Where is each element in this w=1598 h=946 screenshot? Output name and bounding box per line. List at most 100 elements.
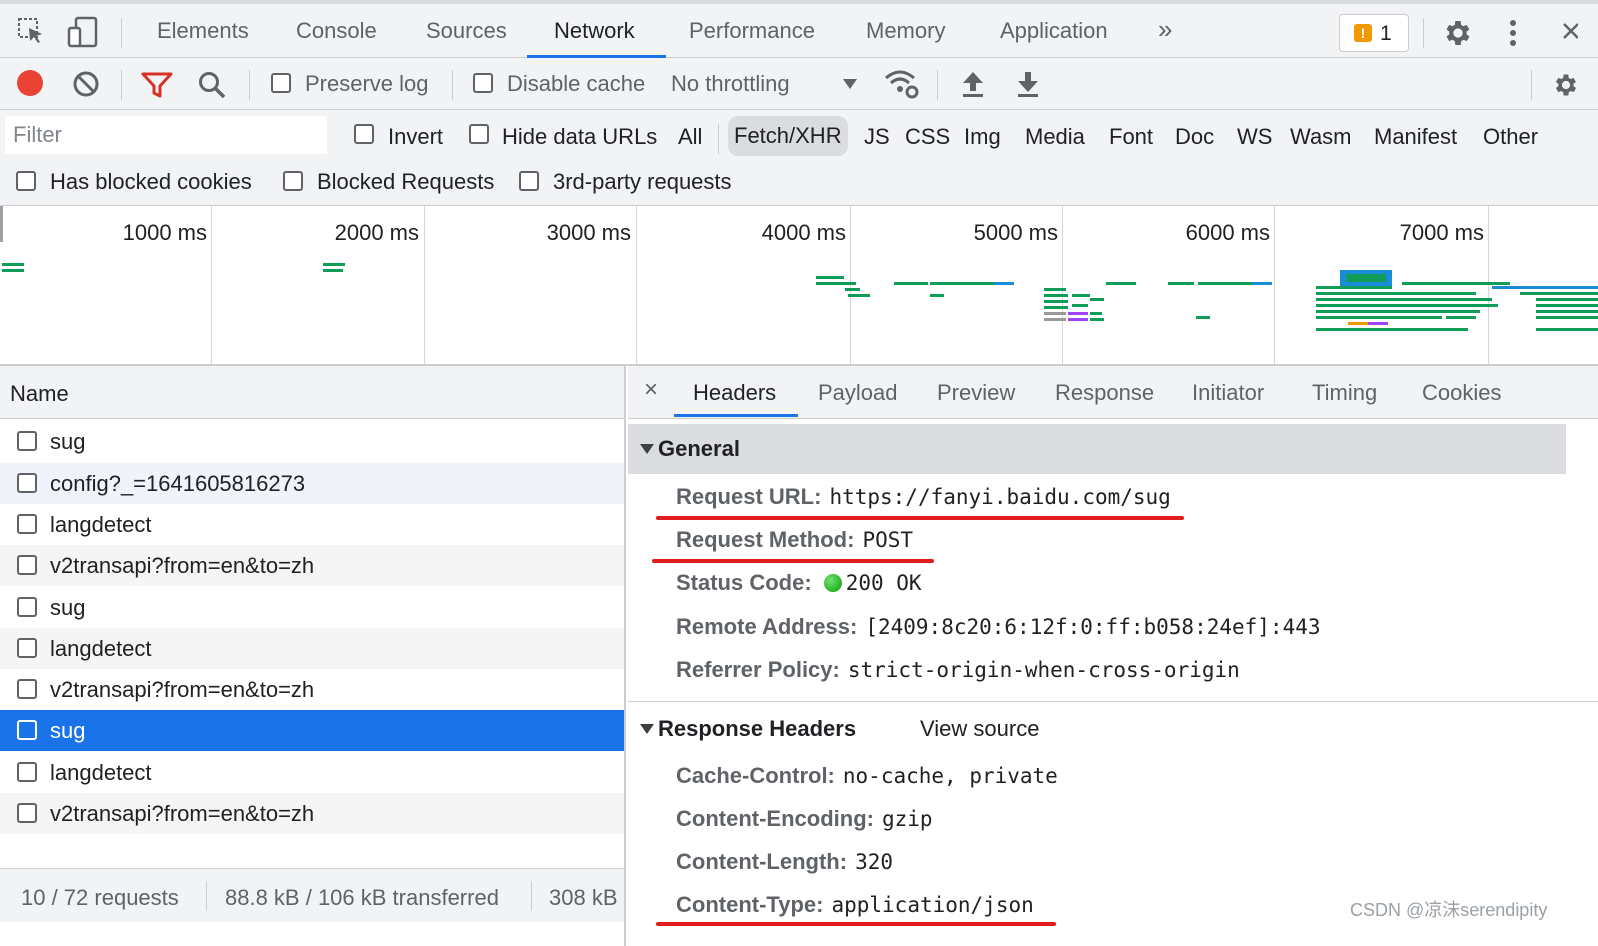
view-source-link[interactable]: View source	[920, 716, 1039, 742]
divider	[531, 881, 532, 911]
throttling-select[interactable]: No throttling	[671, 71, 790, 97]
issues-button[interactable]: ! 1	[1339, 14, 1409, 52]
timeline-gridline	[1062, 206, 1063, 364]
tab-application[interactable]: Application	[1000, 18, 1108, 44]
type-filter-fetch-xhr[interactable]: Fetch/XHR	[728, 116, 848, 156]
preserve-log-checkbox[interactable]	[271, 73, 291, 93]
request-method-value: POST	[862, 528, 914, 552]
disable-cache-checkbox[interactable]	[473, 73, 493, 93]
type-filter-css[interactable]: CSS	[905, 124, 950, 150]
tab-elements[interactable]: Elements	[157, 18, 249, 44]
import-har-icon[interactable]	[961, 70, 985, 103]
inspect-element-icon[interactable]	[16, 16, 46, 51]
request-row[interactable]: langdetect	[0, 628, 624, 669]
request-row[interactable]: sug	[0, 421, 624, 462]
row-checkbox[interactable]	[17, 555, 37, 575]
request-name: sug	[50, 718, 86, 743]
device-toolbar-icon[interactable]	[66, 16, 100, 53]
record-icon[interactable]	[17, 70, 43, 96]
third-party-requests-checkbox[interactable]	[519, 171, 539, 191]
throttling-dropdown-icon[interactable]	[843, 79, 857, 89]
request-method-label: Request Method:	[676, 527, 855, 552]
timeline-tick-label: 4000 ms	[761, 220, 846, 245]
request-url-label: Request URL:	[676, 484, 822, 509]
blocked-requests-checkbox[interactable]	[283, 171, 303, 191]
tab-console[interactable]: Console	[296, 18, 377, 44]
request-row-selected[interactable]: sug	[0, 710, 624, 751]
content-length-row: Content-Length: 320	[676, 849, 893, 875]
request-row[interactable]: v2transapi?from=en&to=zh	[0, 793, 624, 834]
tab-preview[interactable]: Preview	[937, 380, 1015, 406]
divider	[937, 70, 938, 100]
type-filter-font[interactable]: Font	[1109, 124, 1153, 150]
row-checkbox[interactable]	[17, 803, 37, 823]
row-checkbox[interactable]	[17, 720, 37, 740]
tab-cookies[interactable]: Cookies	[1422, 380, 1501, 406]
section-divider	[628, 701, 1598, 702]
request-row[interactable]: langdetect	[0, 752, 624, 793]
type-filter-img[interactable]: Img	[964, 124, 1001, 150]
response-headers-section-header[interactable]: Response Headers View source	[628, 704, 1566, 754]
network-conditions-icon[interactable]	[884, 68, 920, 105]
request-name: langdetect	[50, 512, 152, 537]
type-filter-doc[interactable]: Doc	[1175, 124, 1214, 150]
row-checkbox[interactable]	[17, 638, 37, 658]
tab-performance[interactable]: Performance	[689, 18, 815, 44]
type-filter-other[interactable]: Other	[1483, 124, 1538, 150]
more-options-icon[interactable]	[1505, 18, 1521, 53]
timeline-tick-label: 2000 ms	[334, 220, 419, 245]
network-settings-gear-icon[interactable]	[1552, 71, 1580, 104]
annotation-underline	[652, 559, 934, 563]
row-checkbox[interactable]	[17, 514, 37, 534]
settings-gear-icon[interactable]	[1442, 17, 1474, 54]
row-checkbox[interactable]	[17, 762, 37, 782]
name-column-header[interactable]: Name	[0, 366, 624, 419]
general-section-header[interactable]: General	[628, 424, 1566, 474]
request-name: langdetect	[50, 760, 152, 785]
export-har-icon[interactable]	[1016, 70, 1040, 103]
type-filter-js[interactable]: JS	[864, 124, 890, 150]
request-row[interactable]: config?_=1641605816273	[0, 463, 624, 504]
filter-icon[interactable]	[141, 71, 173, 104]
type-filter-manifest[interactable]: Manifest	[1374, 124, 1457, 150]
more-tabs-icon[interactable]: »	[1158, 14, 1172, 45]
tab-payload[interactable]: Payload	[818, 380, 898, 406]
referrer-policy-value: strict-origin-when-cross-origin	[847, 658, 1240, 682]
row-checkbox[interactable]	[17, 473, 37, 493]
close-devtools-icon[interactable]	[1558, 18, 1579, 51]
row-checkbox[interactable]	[17, 679, 37, 699]
request-row[interactable]: langdetect	[0, 504, 624, 545]
tab-network[interactable]: Network	[554, 18, 635, 44]
clear-icon[interactable]	[72, 70, 100, 103]
request-row[interactable]: sug	[0, 587, 624, 628]
third-party-requests-label: 3rd-party requests	[553, 169, 732, 194]
type-filter-ws[interactable]: WS	[1237, 124, 1272, 150]
preserve-log-label: Preserve log	[305, 71, 429, 96]
search-icon[interactable]	[197, 70, 227, 105]
type-filter-all[interactable]: All	[678, 124, 702, 150]
type-filter-wasm[interactable]: Wasm	[1290, 124, 1352, 150]
content-type-label: Content-Type:	[676, 892, 824, 917]
request-name: sug	[50, 429, 86, 454]
network-overview-timeline[interactable]: 1000 ms 2000 ms 3000 ms 4000 ms 5000 ms …	[0, 206, 1598, 366]
tab-response[interactable]: Response	[1055, 380, 1154, 406]
timeline-gridline	[424, 206, 425, 364]
type-filter-media[interactable]: Media	[1025, 124, 1085, 150]
hide-data-urls-checkbox[interactable]	[469, 124, 489, 144]
tab-sources[interactable]: Sources	[426, 18, 507, 44]
tab-initiator[interactable]: Initiator	[1192, 380, 1264, 406]
has-blocked-cookies-label: Has blocked cookies	[50, 169, 252, 194]
request-row[interactable]: v2transapi?from=en&to=zh	[0, 545, 624, 586]
tab-headers[interactable]: Headers	[693, 380, 776, 406]
request-row[interactable]: v2transapi?from=en&to=zh	[0, 669, 624, 710]
network-status-bar: 10 / 72 requests 88.8 kB / 106 kB transf…	[0, 868, 624, 922]
row-checkbox[interactable]	[17, 431, 37, 451]
close-details-icon[interactable]: ×	[644, 376, 658, 404]
has-blocked-cookies-checkbox[interactable]	[16, 171, 36, 191]
invert-checkbox[interactable]	[354, 124, 374, 144]
tab-timing[interactable]: Timing	[1312, 380, 1377, 406]
filter-input[interactable]	[5, 116, 327, 154]
cache-control-row: Cache-Control: no-cache, private	[676, 763, 1058, 789]
tab-memory[interactable]: Memory	[866, 18, 945, 44]
row-checkbox[interactable]	[17, 597, 37, 617]
